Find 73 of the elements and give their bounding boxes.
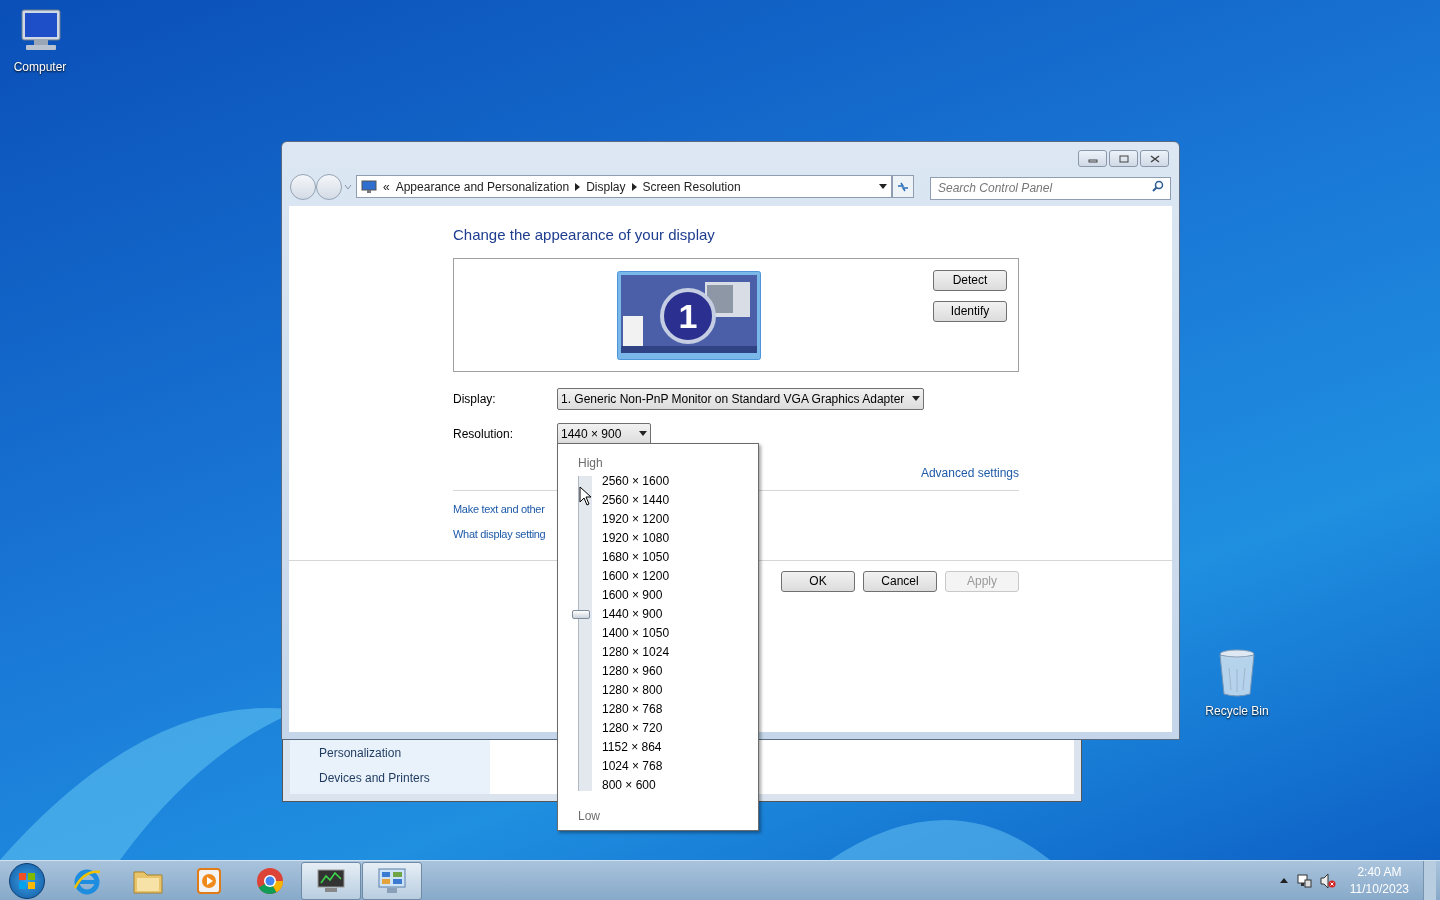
- search-field[interactable]: Search Control Panel: [930, 176, 1171, 200]
- resolution-option[interactable]: 800 × 600: [602, 776, 670, 795]
- windows-logo-icon: [18, 871, 36, 890]
- back-button[interactable]: [290, 173, 316, 200]
- sidebar-item[interactable]: Devices and Printers: [319, 769, 490, 787]
- close-icon: [1149, 154, 1160, 163]
- resolution-option[interactable]: 1152 × 864: [602, 738, 670, 757]
- resolution-option[interactable]: 1920 × 1200: [602, 510, 670, 529]
- breadcrumb-item[interactable]: Screen Resolution: [642, 177, 741, 196]
- play-icon: [196, 866, 222, 895]
- slider-thumb[interactable]: [572, 610, 590, 619]
- start-button[interactable]: [9, 862, 45, 899]
- control-panel-icon: [377, 866, 407, 895]
- tray-arrow-icon[interactable]: [1279, 878, 1288, 883]
- search-icon: [1152, 180, 1164, 192]
- resolution-option[interactable]: 2560 × 1440: [602, 491, 670, 510]
- resolution-option[interactable]: 1280 × 768: [602, 700, 670, 719]
- address-bar[interactable]: « Appearance and Personalization Display Screen Resolution: [356, 175, 892, 198]
- high-label: High: [578, 455, 604, 472]
- resolution-option[interactable]: 1024 × 768: [602, 757, 670, 776]
- desktop-icon-label[interactable]: Recycle Bin: [1205, 702, 1269, 720]
- refresh-button[interactable]: [892, 175, 914, 198]
- network-icon[interactable]: [1295, 872, 1312, 889]
- help-link[interactable]: What display setting: [453, 526, 546, 543]
- resolution-option[interactable]: 1400 × 1050: [602, 624, 670, 643]
- monitor-icon: [316, 867, 346, 894]
- breadcrumb-overflow[interactable]: «: [383, 177, 390, 196]
- taskbar-app-button[interactable]: [301, 861, 361, 900]
- chrome-icon: [255, 865, 285, 896]
- field-label: Display:: [453, 390, 497, 408]
- desktop-icon-label[interactable]: Computer: [13, 58, 67, 76]
- resolution-option[interactable]: 1600 × 1200: [602, 567, 670, 586]
- dropdown-arrow-icon: [879, 184, 887, 189]
- detect-identify-button[interactable]: Detect: [933, 269, 1007, 291]
- resolution-option[interactable]: 1280 × 960: [602, 662, 670, 681]
- maximize-icon: [1118, 154, 1129, 163]
- close-button[interactable]: [1140, 150, 1169, 167]
- caret-icon: [344, 183, 352, 190]
- resolution-option[interactable]: 1280 × 1024: [602, 643, 670, 662]
- dropdown-arrow-icon: [639, 431, 647, 436]
- resolution-option[interactable]: 1280 × 800: [602, 681, 670, 700]
- resolution-option[interactable]: 1920 × 1080: [602, 529, 670, 548]
- dialog-button[interactable]: OK: [781, 570, 855, 592]
- dropdown-arrow-icon: [912, 396, 921, 401]
- mouse-cursor-icon: [579, 486, 593, 506]
- control-panel-icon: [361, 179, 377, 194]
- resolution-dropdown[interactable]: 1440 × 900: [557, 422, 651, 445]
- forward-button[interactable]: [316, 173, 342, 200]
- resolution-option[interactable]: 1280 × 720: [602, 719, 670, 738]
- resolution-option[interactable]: 1600 × 900: [602, 586, 670, 605]
- dialog-button[interactable]: Cancel: [863, 570, 937, 592]
- slider-track[interactable]: [572, 476, 592, 791]
- breadcrumb-item[interactable]: Appearance and Personalization: [395, 177, 570, 196]
- resolution-option[interactable]: 2560 × 1600: [602, 472, 670, 491]
- detect-identify-button[interactable]: Identify: [933, 300, 1007, 322]
- resolution-option[interactable]: 1680 × 1050: [602, 548, 670, 567]
- low-label: Low: [578, 808, 601, 825]
- chevron-icon: [631, 182, 637, 191]
- sidebar-item[interactable]: Personalization: [319, 744, 490, 762]
- page-heading: Change the appearance of your display: [453, 225, 716, 245]
- muted-speaker-icon[interactable]: [1319, 872, 1336, 889]
- field-label: Resolution:: [453, 425, 515, 443]
- breadcrumb-item[interactable]: Display: [586, 177, 626, 196]
- resolution-option[interactable]: 1440 × 900: [602, 605, 670, 624]
- display-dropdown[interactable]: 1. Generic Non-PnP Monitor on Standard VGA Graphics Adapter: [557, 387, 925, 410]
- advanced-settings-link[interactable]: Advanced settings: [920, 463, 1019, 482]
- chevron-icon: [575, 182, 581, 191]
- recycle-bin-icon: [1217, 648, 1257, 698]
- minimize-button[interactable]: [1078, 150, 1107, 167]
- monitor-drawing[interactable]: 1: [617, 270, 761, 360]
- help-link[interactable]: Make text and other: [453, 500, 545, 517]
- maximize-button[interactable]: [1109, 150, 1138, 167]
- show-desktop-button[interactable]: [1423, 860, 1436, 900]
